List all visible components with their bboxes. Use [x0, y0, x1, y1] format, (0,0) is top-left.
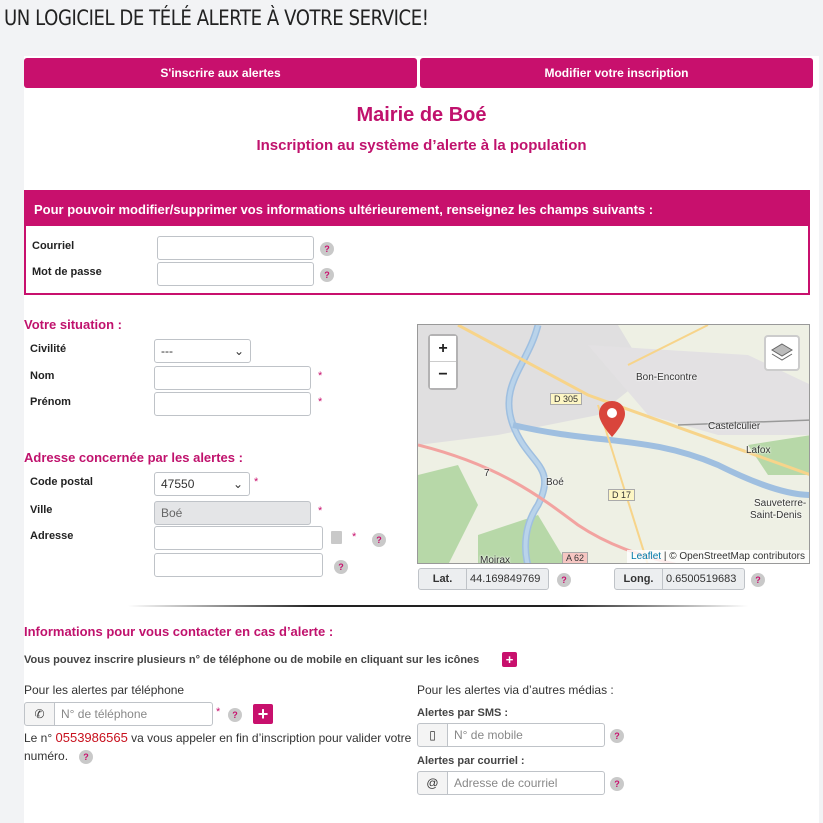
address-help-icon[interactable]: ?: [372, 533, 386, 547]
password-label: Mot de passe: [32, 266, 102, 278]
mail-input[interactable]: [447, 771, 605, 795]
phone-icon: ✆: [24, 702, 55, 726]
at-icon: @: [417, 771, 448, 795]
other-media-heading: Pour les alertes via d’autres médias :: [417, 683, 614, 697]
latitude-help-icon[interactable]: ?: [557, 573, 571, 587]
required-marker: *: [318, 396, 323, 408]
registration-panel: S'inscrire aux alertes Modifier votre in…: [24, 56, 819, 823]
site-header-title: UN LOGICIEL DE TÉLÉ ALERTE À VOTRE SERVI…: [4, 6, 429, 30]
longitude-box: Long. 0.6500519683: [614, 568, 745, 590]
page-title: Mairie de Boé: [356, 104, 487, 126]
sms-label: Alertes par SMS :: [417, 707, 509, 719]
firstname-label: Prénom: [30, 396, 71, 408]
zoom-control: + −: [428, 334, 458, 390]
layers-icon: [771, 343, 793, 361]
map-attribution: Leaflet | © OpenStreetMap contributors: [627, 550, 809, 563]
civility-value: ---: [161, 344, 173, 358]
road-label: A 62: [562, 552, 589, 563]
required-marker: *: [216, 706, 221, 718]
map-label: Castelculier: [708, 421, 761, 432]
page-subtitle: Inscription au système d’alerte à la pop…: [256, 137, 587, 154]
required-marker: *: [352, 531, 357, 543]
email-field[interactable]: [157, 236, 314, 260]
postal-select[interactable]: 47550 ⌄: [154, 472, 250, 496]
map-label: Saint-Denis: [750, 510, 802, 521]
firstname-field[interactable]: [154, 392, 311, 416]
postal-value: 47550: [161, 477, 195, 491]
civility-label: Civilité: [30, 343, 67, 355]
attribution-text: | © OpenStreetMap contributors: [663, 551, 805, 562]
required-marker: *: [318, 370, 323, 382]
leaflet-link[interactable]: Leaflet: [631, 551, 661, 562]
password-help-icon[interactable]: ?: [320, 268, 334, 282]
chevron-down-icon: ⌄: [233, 344, 244, 358]
latitude-value: 44.169849769: [470, 573, 541, 585]
contact-heading: Informations pour vous contacter en cas …: [24, 624, 334, 639]
name-label: Nom: [30, 370, 55, 382]
longitude-help-icon[interactable]: ?: [751, 573, 765, 587]
sms-input[interactable]: [447, 723, 605, 747]
required-marker: *: [254, 476, 259, 488]
location-pin-icon[interactable]: [597, 399, 627, 439]
chevron-down-icon: ⌄: [232, 477, 243, 491]
address-field-1[interactable]: [154, 526, 323, 550]
name-field[interactable]: [154, 366, 311, 390]
trash-icon[interactable]: [331, 531, 342, 544]
phone-note-prefix: Le n°: [24, 731, 53, 745]
situation-heading: Votre situation :: [24, 317, 122, 332]
postal-label: Code postal: [30, 476, 93, 488]
map-label: Boé: [546, 477, 564, 488]
map-label: Sauveterre-: [754, 498, 807, 509]
sms-help-icon[interactable]: ?: [610, 729, 624, 743]
location-map[interactable]: Bon-Encontre Castelculier Lafox Boé Sauv…: [417, 324, 810, 564]
layers-button[interactable]: [764, 335, 800, 371]
road-label: D 305: [550, 393, 583, 405]
city-field: Boé: [154, 501, 311, 525]
latitude-label: Lat.: [419, 569, 467, 589]
email-help-icon[interactable]: ?: [320, 242, 334, 256]
road-label: 7: [484, 468, 490, 479]
tab-subscribe[interactable]: S'inscrire aux alertes: [24, 58, 417, 88]
add-contact-icon[interactable]: +: [502, 652, 517, 667]
map-label: Bon-Encontre: [636, 372, 698, 383]
mail-help-icon[interactable]: ?: [610, 777, 624, 791]
map-label: Lafox: [746, 445, 771, 456]
address-label: Adresse: [30, 530, 74, 542]
account-box-heading: Pour pouvoir modifier/supprimer vos info…: [26, 192, 808, 226]
zoom-out-button[interactable]: −: [430, 362, 456, 388]
longitude-label: Long.: [615, 569, 663, 589]
mail-label: Alertes par courriel :: [417, 755, 525, 767]
longitude-value: 0.6500519683: [666, 573, 737, 585]
address-heading: Adresse concernée par les alertes :: [24, 450, 243, 465]
city-label: Ville: [30, 504, 53, 516]
mobile-phone-icon: ▯: [417, 723, 448, 747]
tab-modify[interactable]: Modifier votre inscription: [420, 58, 813, 88]
map-label: Moirax: [480, 555, 511, 564]
civility-select[interactable]: --- ⌄: [154, 339, 251, 363]
section-divider: [128, 605, 748, 607]
add-phone-button[interactable]: +: [253, 704, 273, 724]
address-field-2[interactable]: [154, 553, 323, 577]
latitude-box: Lat. 44.169849769: [418, 568, 549, 590]
address2-help-icon[interactable]: ?: [334, 560, 348, 574]
contact-note: Vous pouvez inscrire plusieurs n° de tél…: [24, 654, 480, 666]
phone-heading: Pour les alertes par téléphone: [24, 683, 185, 697]
zoom-in-button[interactable]: +: [430, 336, 456, 362]
phone-help-icon[interactable]: ?: [228, 708, 242, 722]
phone-input[interactable]: [54, 702, 213, 726]
password-field[interactable]: [157, 262, 314, 286]
validation-help-icon[interactable]: ?: [79, 750, 93, 764]
validation-phone-number: 0553986565: [55, 730, 128, 745]
account-box: Pour pouvoir modifier/supprimer vos info…: [24, 190, 810, 295]
required-marker: *: [318, 505, 323, 517]
road-label: D 17: [608, 489, 636, 501]
email-label: Courriel: [32, 240, 75, 252]
